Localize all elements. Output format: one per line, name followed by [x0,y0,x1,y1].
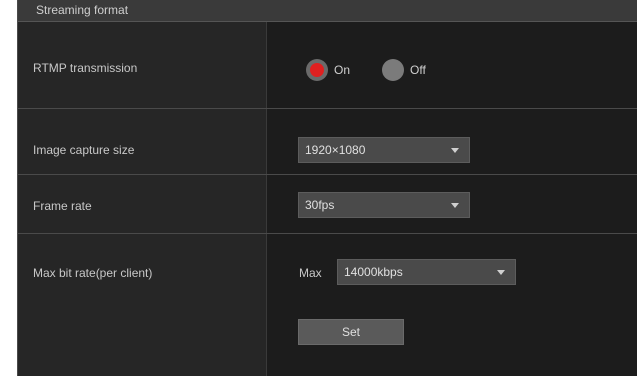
row-divider [18,108,637,109]
max-prefix-label: Max [299,266,322,280]
image-capture-size-label: Image capture size [33,143,135,157]
rtmp-off-label: Off [410,63,426,77]
radio-unselected-icon [382,59,405,81]
chevron-down-icon [451,148,459,153]
frame-rate-value: 30fps [305,198,335,212]
image-capture-size-value: 1920×1080 [305,143,366,157]
row-divider [18,233,637,234]
rtmp-on-radio[interactable]: On [306,59,350,81]
image-capture-size-select[interactable]: 1920×1080 [298,137,470,163]
section-header: Streaming format [18,0,637,22]
rtmp-radio-group: On Off [306,59,458,81]
chevron-down-icon [451,203,459,208]
chevron-down-icon [497,270,505,275]
rtmp-transmission-label: RTMP transmission [33,61,138,75]
rtmp-on-label: On [334,63,351,77]
max-bit-rate-select[interactable]: 14000kbps [337,259,516,285]
streaming-format-panel: Streaming format RTMP transmission On Of… [17,0,637,376]
rtmp-off-radio[interactable]: Off [382,59,426,81]
frame-rate-label: Frame rate [33,199,92,213]
section-title: Streaming format [36,3,129,17]
set-button[interactable]: Set [298,319,404,345]
row-divider [18,174,637,175]
radio-selected-icon [306,59,328,81]
max-bit-rate-value: 14000kbps [344,265,403,279]
max-bit-rate-label: Max bit rate(per client) [33,266,153,280]
frame-rate-select[interactable]: 30fps [298,192,470,218]
